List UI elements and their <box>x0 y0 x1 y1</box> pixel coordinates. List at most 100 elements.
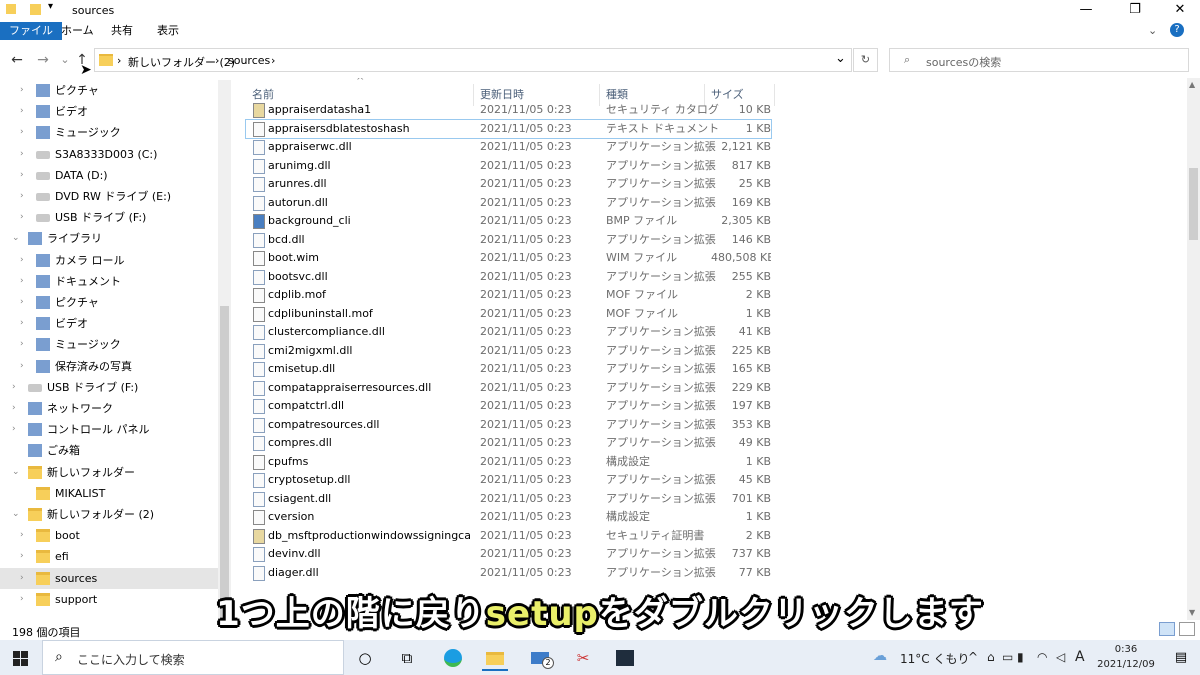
file-row[interactable]: cdplib.mof 2021/11/05 0:23 MOF ファイル 2 KB <box>246 286 771 305</box>
windows-start-icon[interactable] <box>8 645 34 671</box>
sidebar-item[interactable]: › ピクチャ <box>0 80 218 101</box>
chevron-right-icon[interactable]: › <box>12 377 16 398</box>
chevron-right-icon[interactable]: › <box>20 546 24 567</box>
chevron-right-icon[interactable]: › <box>20 80 24 101</box>
help-icon[interactable]: ? <box>1170 23 1184 37</box>
sidebar-item[interactable]: › ピクチャ <box>0 292 218 313</box>
network-icon[interactable]: ◠ <box>1037 650 1047 664</box>
scroll-up-icon[interactable]: ▲ <box>1189 80 1195 89</box>
sidebar-item[interactable]: › カメラ ロール <box>0 250 218 271</box>
forward-button[interactable]: → <box>34 51 52 69</box>
address-path[interactable]: › 新しいフォルダー (2) › sources › ⌄ <box>94 48 852 72</box>
file-row[interactable]: csiagent.dll 2021/11/05 0:23 アプリケーション拡張 701… <box>246 490 771 509</box>
file-list-scrollbar[interactable]: ▲ ▼ <box>1187 78 1200 620</box>
sidebar-item[interactable]: › DATA (D:) <box>0 165 218 186</box>
sidebar-item[interactable]: ⌄ ライブラリ <box>0 228 218 249</box>
sidebar-item[interactable]: › ミュージック <box>0 334 218 355</box>
recent-locations-button[interactable]: ⌄ <box>56 51 74 69</box>
cortana-icon[interactable]: ○ <box>352 645 378 671</box>
quick-access-folder-icon[interactable] <box>30 4 41 15</box>
task-view-icon[interactable]: ⧉ <box>394 645 420 671</box>
sidebar-item[interactable]: › コントロール パネル <box>0 419 218 440</box>
file-row[interactable]: bcd.dll 2021/11/05 0:23 アプリケーション拡張 146 KB <box>246 231 771 250</box>
chevron-right-icon[interactable]: › <box>12 419 16 440</box>
show-hidden-icons-icon[interactable]: ^ <box>968 650 978 664</box>
sidebar-item[interactable]: › ネットワーク <box>0 398 218 419</box>
maximize-button[interactable]: ❐ <box>1112 0 1158 20</box>
ime-indicator[interactable]: A <box>1075 649 1085 665</box>
file-row[interactable]: cversion 2021/11/05 0:23 構成設定 1 KB <box>246 508 771 527</box>
volume-icon[interactable]: ◁ <box>1056 650 1065 664</box>
ribbon-expand-icon[interactable]: ⌄ <box>1148 24 1157 37</box>
file-row[interactable]: background_cli 2021/11/05 0:23 BMP ファイル 2,3… <box>246 212 771 231</box>
sidebar-item[interactable]: › ビデオ <box>0 101 218 122</box>
file-row[interactable]: autorun.dll 2021/11/05 0:23 アプリケーション拡張 169 … <box>246 194 771 213</box>
chevron-right-icon[interactable]: › <box>20 144 24 165</box>
chevron-right-icon[interactable]: › <box>20 101 24 122</box>
sidebar-item[interactable]: › efi <box>0 546 218 567</box>
sidebar-item[interactable]: › USB ドライブ (F:) <box>0 207 218 228</box>
nav-scrollbar-thumb[interactable] <box>220 306 229 620</box>
file-row[interactable]: cdplibuninstall.mof 2021/11/05 0:23 MOF ファ… <box>246 305 771 324</box>
sidebar-item[interactable]: MIKALIST <box>0 483 218 504</box>
sidebar-item[interactable]: › S3A8333D003 (C:) <box>0 144 218 165</box>
sidebar-item[interactable]: › 保存済みの写真 <box>0 356 218 377</box>
quick-access-dropdown-icon[interactable]: ▾ <box>48 1 53 12</box>
file-row[interactable]: appraiserwc.dll 2021/11/05 0:23 アプリケーション拡張… <box>246 138 771 157</box>
nav-scrollbar[interactable] <box>218 80 231 620</box>
sidebar-item[interactable]: › DVD RW ドライブ (E:) <box>0 186 218 207</box>
snipping-tool-icon[interactable]: ✂ <box>570 645 596 671</box>
file-row[interactable]: appraisersdblatestoshash 2021/11/05 0:23 テ… <box>245 118 772 139</box>
notification-icon[interactable]: ▤ <box>1168 645 1194 671</box>
tab-share[interactable]: 共有 <box>111 23 133 41</box>
usb-icon[interactable]: ▭ <box>1002 650 1013 664</box>
file-row[interactable]: compatappraiserresources.dll 2021/11/05 0… <box>246 379 771 398</box>
chevron-right-icon[interactable]: › <box>20 356 24 377</box>
taskbar-search-box[interactable]: ⌕ ここに入力して検索 <box>42 640 344 675</box>
minimize-button[interactable]: — <box>1063 0 1109 20</box>
refresh-button[interactable]: ↻ <box>853 48 878 72</box>
sidebar-item[interactable]: › boot <box>0 525 218 546</box>
file-row[interactable]: compatresources.dll 2021/11/05 0:23 アプリケーシ… <box>246 416 771 435</box>
chevron-right-icon[interactable]: › <box>20 525 24 546</box>
tab-file[interactable]: ファイル <box>0 22 62 40</box>
chevron-right-icon[interactable]: › <box>20 165 24 186</box>
sidebar-item[interactable]: ⌄ 新しいフォルダー <box>0 462 218 483</box>
chevron-right-icon[interactable]: › <box>20 292 24 313</box>
chevron-down-icon[interactable]: ⌄ <box>12 228 20 249</box>
sidebar-item[interactable]: › ビデオ <box>0 313 218 334</box>
chevron-right-icon[interactable]: › <box>12 398 16 419</box>
file-row[interactable]: bootsvc.dll 2021/11/05 0:23 アプリケーション拡張 255 … <box>246 268 771 287</box>
battery-icon[interactable]: ▮ <box>1017 650 1024 664</box>
close-button[interactable]: ✕ <box>1157 0 1200 20</box>
sidebar-item[interactable]: › ドキュメント <box>0 271 218 292</box>
tab-view[interactable]: 表示 <box>157 23 179 41</box>
sidebar-item[interactable]: ⌄ 新しいフォルダー (2) <box>0 504 218 525</box>
file-row[interactable]: devinv.dll 2021/11/05 0:23 アプリケーション拡張 737 K… <box>246 545 771 564</box>
chevron-right-icon[interactable]: › <box>20 271 24 292</box>
breadcrumb-sources[interactable]: sources <box>228 54 270 67</box>
file-row[interactable]: arunres.dll 2021/11/05 0:23 アプリケーション拡張 25 K… <box>246 175 771 194</box>
file-row[interactable]: compatctrl.dll 2021/11/05 0:23 アプリケーション拡張 1… <box>246 397 771 416</box>
chevron-right-icon[interactable]: › <box>20 186 24 207</box>
address-dropdown-icon[interactable]: ⌄ <box>835 51 846 66</box>
file-row[interactable]: clustercompliance.dll 2021/11/05 0:23 アプリケ… <box>246 323 771 342</box>
file-row[interactable]: cryptosetup.dll 2021/11/05 0:23 アプリケーション拡張… <box>246 471 771 490</box>
file-row[interactable]: boot.wim 2021/11/05 0:23 WIM ファイル 480,508 K… <box>246 249 771 268</box>
weather-text[interactable]: 11°C くもり <box>900 650 969 667</box>
sidebar-item[interactable]: › ミュージック <box>0 122 218 143</box>
chevron-right-icon[interactable]: › <box>20 250 24 271</box>
sidebar-item[interactable]: ごみ箱 <box>0 440 218 461</box>
chevron-right-icon[interactable]: › <box>20 313 24 334</box>
file-row[interactable]: cmisetup.dll 2021/11/05 0:23 アプリケーション拡張 165… <box>246 360 771 379</box>
chevron-right-icon[interactable]: › <box>20 334 24 355</box>
file-row[interactable]: diager.dll 2021/11/05 0:23 アプリケーション拡張 77 KB <box>246 564 771 583</box>
file-row[interactable]: appraiserdatasha1 2021/11/05 0:23 セキュリティ カ… <box>246 101 771 120</box>
back-button[interactable]: ← <box>8 51 26 69</box>
clock[interactable]: 0:36 2021/12/09 <box>1096 642 1156 672</box>
mail-icon[interactable]: 2 <box>528 645 554 671</box>
file-row[interactable]: cpufms 2021/11/05 0:23 構成設定 1 KB <box>246 453 771 472</box>
file-row[interactable]: cmi2migxml.dll 2021/11/05 0:23 アプリケーション拡張 2… <box>246 342 771 361</box>
search-box[interactable]: ⌕ sourcesの検索 <box>889 48 1189 72</box>
sidebar-item[interactable]: › USB ドライブ (F:) <box>0 377 218 398</box>
